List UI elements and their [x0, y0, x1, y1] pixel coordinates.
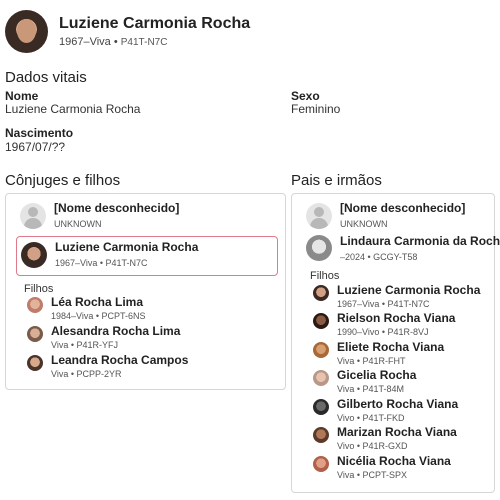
person-meta: Vivo • P41T-FKD: [337, 413, 405, 423]
person-name: Eliete Rocha Viana: [337, 340, 445, 354]
person-name: Rielson Rocha Viana: [337, 311, 456, 325]
header-meta: 1967–Viva • P41T-N7C: [59, 36, 167, 48]
person-meta: UNKNOWN: [54, 219, 102, 229]
sibling-item[interactable]: Gicelia Rocha Viva • P41T-84M: [337, 368, 416, 394]
person-name: Lindaura Carmonia da Rocha: [340, 234, 500, 248]
parents-title: Pais e irmãos: [291, 172, 382, 189]
person-id: P41T-N7C: [120, 37, 168, 48]
unknown-person-icon: [306, 203, 332, 229]
person-meta: Viva • PCPT-SPX: [337, 470, 408, 480]
person-meta: 1967–Viva • P41T-N7C: [337, 299, 430, 309]
avatar: [313, 370, 329, 386]
person-name: Gilberto Rocha Viana: [337, 397, 459, 411]
sibling-item[interactable]: Gilberto Rocha Viana Vivo • P41T-FKD: [337, 397, 458, 423]
person-name: Marizan Rocha Viana: [337, 425, 457, 439]
avatar: [313, 313, 329, 329]
children-label: Filhos: [24, 283, 54, 295]
person-meta: UNKNOWN: [340, 219, 388, 229]
children-label: Filhos: [310, 270, 340, 282]
avatar: [27, 297, 43, 313]
person-meta: 1984–Viva • PCPT-6NS: [51, 311, 146, 321]
birth-label: Nascimento: [5, 126, 74, 140]
person-name: Leandra Rocha Campos: [51, 353, 189, 367]
avatar: [27, 355, 43, 371]
person-meta: Vivo • P41R-GXD: [337, 441, 408, 451]
avatar: [21, 242, 47, 268]
avatar: [313, 285, 329, 301]
selected-person[interactable]: Luziene Carmonia Rocha 1967–Viva • P41T-…: [55, 240, 198, 268]
person-meta: –2024 • GCGY-T58: [340, 252, 418, 262]
avatar: [27, 326, 43, 342]
child-item[interactable]: Alesandra Rocha Lima Viva • P41R-YFJ: [51, 324, 180, 350]
sibling-item[interactable]: Eliete Rocha Viana Viva • P41R-FHT: [337, 340, 444, 366]
person-meta: Viva • P41R-FHT: [337, 356, 406, 366]
person-name: Luziene Carmonia Rocha: [55, 240, 199, 254]
lifespan: 1967–Viva: [59, 36, 111, 48]
meta-separator: •: [110, 36, 121, 48]
unknown-person-icon: [20, 203, 46, 229]
person-name: Nicélia Rocha Viana: [337, 454, 451, 468]
person-header: Luziene Carmonia Rocha 1967–Viva • P41T-…: [5, 10, 495, 56]
avatar: [313, 399, 329, 415]
child-item[interactable]: Leandra Rocha Campos Viva • PCPP-2YR: [51, 353, 188, 379]
parents-card: [Nome desconhecido] UNKNOWN Lindaura Car…: [291, 193, 500, 493]
person-name: [Nome desconhecido]: [340, 201, 466, 215]
spouses-card: [Nome desconhecido] UNKNOWN Luziene Carm…: [5, 193, 286, 390]
child-item[interactable]: Léa Rocha Lima 1984–Viva • PCPT-6NS: [51, 295, 146, 321]
profile-avatar: [5, 10, 48, 53]
mother-person[interactable]: Lindaura Carmonia da Rocha –2024 • GCGY-…: [340, 234, 500, 262]
sibling-item[interactable]: Rielson Rocha Viana 1990–Vivo • P41R-8VJ: [337, 311, 455, 337]
person-meta: 1990–Vivo • P41R-8VJ: [337, 327, 429, 337]
person-name: Luziene Carmonia Rocha: [337, 283, 481, 297]
person-meta: Viva • P41T-84M: [337, 384, 405, 394]
person-name: [Nome desconhecido]: [54, 201, 180, 215]
spouses-title: Cônjuges e filhos: [5, 172, 121, 189]
page-title: Luziene Carmonia Rocha: [59, 15, 251, 32]
person-name: Gicelia Rocha: [337, 368, 417, 382]
birth-value: 1967/07/??: [5, 140, 66, 154]
sex-value: Feminino: [291, 102, 341, 116]
sibling-item[interactable]: Luziene Carmonia Rocha 1967–Viva • P41T-…: [337, 283, 480, 309]
vital-data-title: Dados vitais: [5, 69, 87, 86]
person-name: Léa Rocha Lima: [51, 295, 144, 309]
person-meta: Viva • P41R-YFJ: [51, 340, 119, 350]
sibling-item[interactable]: Nicélia Rocha Viana Viva • PCPT-SPX: [337, 454, 451, 480]
avatar: [313, 427, 329, 443]
avatar: [313, 456, 329, 472]
unknown-spouse[interactable]: [Nome desconhecido] UNKNOWN: [54, 201, 179, 229]
name-label: Nome: [5, 89, 39, 103]
unknown-parent[interactable]: [Nome desconhecido] UNKNOWN: [340, 201, 465, 229]
avatar: [306, 235, 332, 261]
person-meta: 1967–Viva • P41T-N7C: [55, 258, 148, 268]
sex-label: Sexo: [291, 89, 320, 103]
avatar: [313, 342, 329, 358]
person-name: Alesandra Rocha Lima: [51, 324, 181, 338]
name-value: Luziene Carmonia Rocha: [5, 102, 141, 116]
person-meta: Viva • PCPP-2YR: [51, 369, 122, 379]
sibling-item[interactable]: Marizan Rocha Viana Vivo • P41R-GXD: [337, 425, 457, 451]
